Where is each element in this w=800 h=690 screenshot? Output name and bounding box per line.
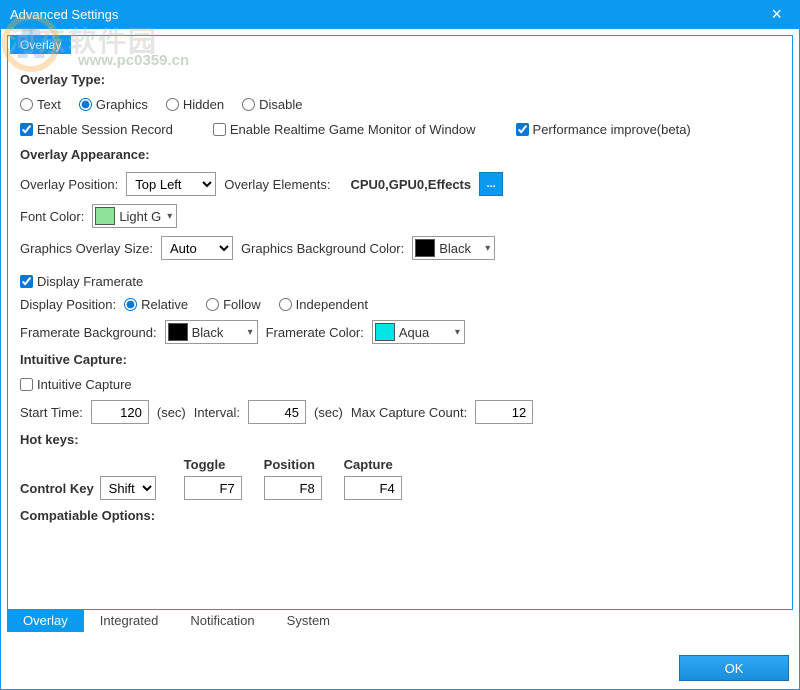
compat-header: Compatiable Options:	[20, 508, 780, 523]
graphics-size-label: Graphics Overlay Size:	[20, 241, 153, 256]
max-capture-label: Max Capture Count:	[351, 405, 467, 420]
col-position: Position	[264, 457, 334, 472]
overlay-type-graphics[interactable]: Graphics	[79, 97, 148, 112]
intuitive-capture-header: Intuitive Capture:	[20, 352, 780, 367]
title-bar: Advanced Settings ×	[0, 0, 800, 28]
interval-unit: (sec)	[314, 405, 343, 420]
interval-input[interactable]	[248, 400, 306, 424]
control-key-select[interactable]: Shift	[100, 476, 156, 500]
display-framerate-checkbox[interactable]: Display Framerate	[20, 274, 143, 289]
control-key-label: Control Key	[20, 481, 94, 496]
overlay-type-hidden[interactable]: Hidden	[166, 97, 224, 112]
framerate-color-swatch	[375, 323, 395, 341]
overlay-position-select[interactable]: Top Left	[126, 172, 216, 196]
overlay-type-header: Overlay Type:	[20, 72, 780, 87]
overlay-type-text[interactable]: Text	[20, 97, 61, 112]
ok-button[interactable]: OK	[679, 655, 789, 681]
window-title: Advanced Settings	[10, 7, 763, 22]
intuitive-capture-checkbox[interactable]: Intuitive Capture	[20, 377, 132, 392]
font-color-select[interactable]: Light G ▾	[92, 204, 177, 228]
max-capture-input[interactable]	[475, 400, 533, 424]
overlay-type-disable[interactable]: Disable	[242, 97, 302, 112]
bottom-tab-bar: Overlay Integrated Notification System	[7, 609, 793, 632]
start-time-input[interactable]	[91, 400, 149, 424]
col-toggle: Toggle	[184, 457, 254, 472]
overlay-elements-button[interactable]: ...	[479, 172, 503, 196]
dialog-body: Overlay Overlay Type: Text Graphics Hidd…	[0, 28, 800, 690]
chevron-down-icon: ▾	[246, 327, 255, 338]
interval-label: Interval:	[194, 405, 240, 420]
enable-session-record-checkbox[interactable]: Enable Session Record	[20, 122, 173, 137]
framerate-bg-swatch	[168, 323, 188, 341]
graphics-bg-select[interactable]: Black ▾	[412, 236, 495, 260]
display-pos-follow[interactable]: Follow	[206, 297, 261, 312]
hotkeys-header: Hot keys:	[20, 432, 780, 447]
overlay-elements-value: CPU0,GPU0,Effects	[350, 177, 471, 192]
graphics-bg-label: Graphics Background Color:	[241, 241, 404, 256]
framerate-color-select[interactable]: Aqua ▾	[372, 320, 465, 344]
content-panel: Overlay Overlay Type: Text Graphics Hidd…	[7, 35, 793, 610]
chevron-down-icon: ▾	[453, 327, 462, 338]
chevron-down-icon: ▾	[165, 211, 174, 222]
performance-improve-checkbox[interactable]: Performance improve(beta)	[516, 122, 691, 137]
overlay-appearance-header: Overlay Appearance:	[20, 147, 780, 162]
hotkey-toggle-input[interactable]	[184, 476, 242, 500]
display-position-label: Display Position:	[20, 297, 116, 312]
overlay-position-label: Overlay Position:	[20, 177, 118, 192]
start-time-unit: (sec)	[157, 405, 186, 420]
display-pos-independent[interactable]: Independent	[279, 297, 368, 312]
enable-realtime-monitor-checkbox[interactable]: Enable Realtime Game Monitor of Window	[213, 122, 476, 137]
display-pos-relative[interactable]: Relative	[124, 297, 188, 312]
framerate-bg-label: Framerate Background:	[20, 325, 157, 340]
graphics-bg-swatch	[415, 239, 435, 257]
col-capture: Capture	[344, 457, 414, 472]
font-color-swatch	[95, 207, 115, 225]
start-time-label: Start Time:	[20, 405, 83, 420]
inner-tab-overlay[interactable]: Overlay	[10, 36, 71, 54]
tab-system[interactable]: System	[271, 609, 346, 632]
font-color-label: Font Color:	[20, 209, 84, 224]
tab-overlay[interactable]: Overlay	[7, 609, 84, 632]
framerate-color-label: Framerate Color:	[266, 325, 364, 340]
close-icon[interactable]: ×	[763, 4, 790, 25]
tab-notification[interactable]: Notification	[174, 609, 270, 632]
framerate-bg-select[interactable]: Black ▾	[165, 320, 258, 344]
graphics-size-select[interactable]: Auto	[161, 236, 233, 260]
tab-integrated[interactable]: Integrated	[84, 609, 175, 632]
overlay-elements-label: Overlay Elements:	[224, 177, 330, 192]
chevron-down-icon: ▾	[483, 243, 492, 254]
hotkey-capture-input[interactable]	[344, 476, 402, 500]
hotkey-position-input[interactable]	[264, 476, 322, 500]
